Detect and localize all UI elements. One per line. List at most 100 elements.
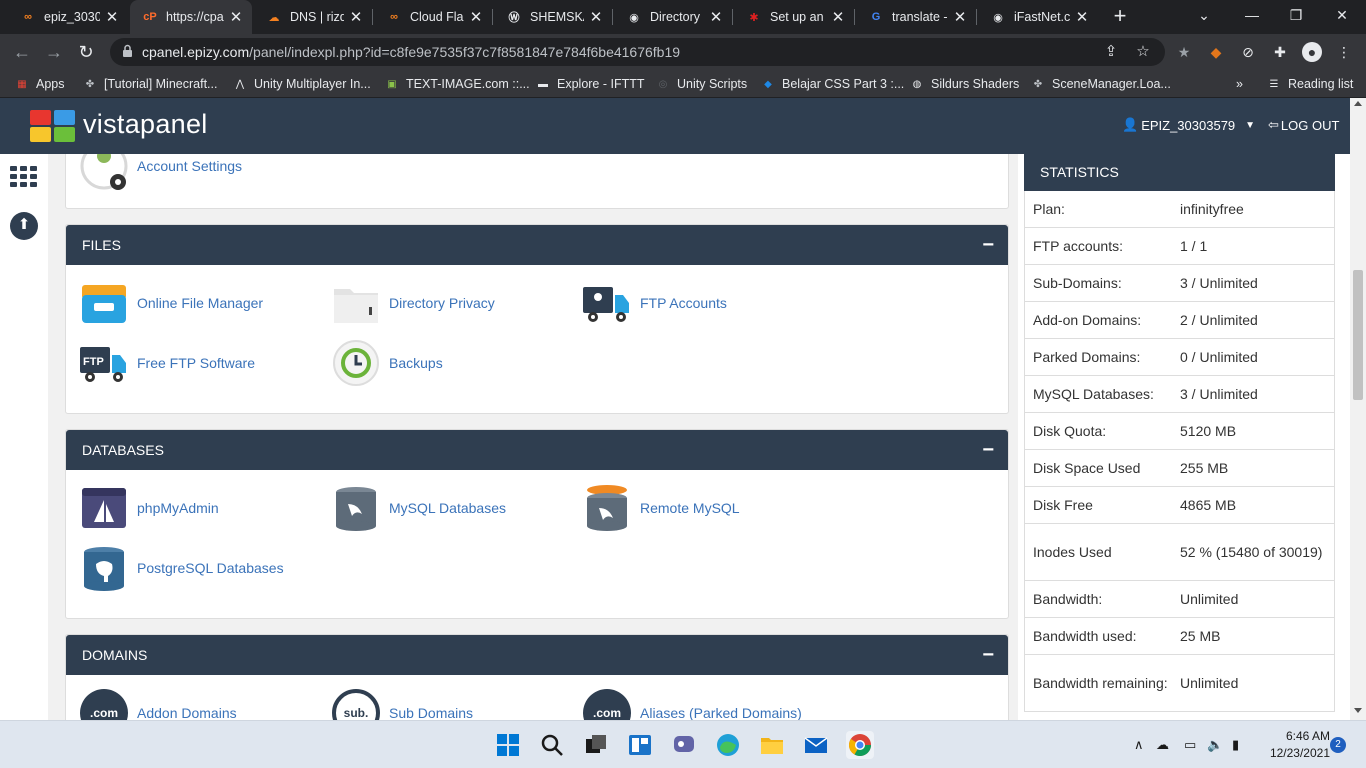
- ftp-accounts-link[interactable]: FTP Accounts: [583, 279, 727, 327]
- tab-close-icon[interactable]: ✕: [228, 8, 244, 26]
- apps-grid-icon[interactable]: [10, 166, 38, 188]
- browser-tab[interactable]: Gtranslate - Google ✕: [856, 0, 976, 34]
- new-tab-button[interactable]: +: [1108, 4, 1132, 28]
- tab-search-icon[interactable]: ⌄: [1182, 0, 1226, 34]
- page-scrollbar[interactable]: [1350, 98, 1366, 720]
- scroll-down-arrow-icon[interactable]: [1354, 708, 1362, 713]
- volume-icon[interactable]: 🔈: [1207, 721, 1223, 768]
- browser-toolbar: ← → ↻ cpanel.epizy.com/panel/indexpl.php…: [0, 34, 1366, 70]
- phpmyadmin-link[interactable]: phpMyAdmin: [80, 484, 219, 532]
- tab-close-icon[interactable]: ✕: [952, 8, 968, 26]
- vistapanel-logo-icon[interactable]: [30, 110, 75, 142]
- tab-close-icon[interactable]: ✕: [830, 8, 846, 26]
- stat-label: Disk Free: [1033, 497, 1093, 513]
- search-icon[interactable]: [538, 731, 566, 759]
- browser-tab[interactable]: ☁ DNS | rizqi ✕: [254, 0, 372, 34]
- directory-privacy-link[interactable]: Directory Privacy: [332, 279, 495, 327]
- tab-close-icon[interactable]: ✕: [468, 8, 484, 26]
- tab-label: SHEMSKA: [530, 10, 584, 24]
- browser-tab[interactable]: cP https://cpanel.epizy.com ✕: [130, 0, 252, 34]
- logout-button[interactable]: ⇦ LOG OUT: [1268, 117, 1339, 133]
- bookmarks-bar: ▦ Apps ✤ [Tutorial] Minecraft... ⋀ Unity Mult…: [0, 70, 1366, 98]
- domains-header[interactable]: DOMAINS −: [66, 635, 1008, 675]
- bookmark-item[interactable]: ◆ Belajar CSS Part 3 :...: [760, 75, 904, 93]
- star-extension-icon[interactable]: ★: [1174, 42, 1194, 62]
- parked-domains-link[interactable]: .com Aliases (Parked Domains): [583, 689, 802, 720]
- maximize-button[interactable]: ❐: [1274, 0, 1318, 34]
- stat-value: Unlimited: [1180, 675, 1239, 691]
- account-settings-link[interactable]: Account Settings: [80, 154, 242, 190]
- unity-docs-icon: ✤: [1033, 78, 1043, 90]
- browser-tab[interactable]: ∞ Cloud Flare ✕: [374, 0, 492, 34]
- tab-close-icon[interactable]: ✕: [588, 8, 604, 26]
- battery-icon[interactable]: ▮: [1232, 721, 1239, 768]
- free-ftp-software-link[interactable]: FTP Free FTP Software: [80, 339, 255, 387]
- system-clock[interactable]: 6:46 AM 12/23/2021: [1258, 728, 1330, 762]
- file-explorer-icon[interactable]: [758, 731, 786, 759]
- sub-domains-link[interactable]: sub. Sub Domains: [332, 689, 473, 720]
- databases-header[interactable]: DATABASES −: [66, 430, 1008, 470]
- bookmark-item[interactable]: ◍ Sildurs Shaders: [909, 75, 1020, 93]
- browser-tab[interactable]: ◉ Directory Listing ✕: [614, 0, 732, 34]
- profile-avatar-icon[interactable]: ●: [1302, 42, 1322, 62]
- notification-badge[interactable]: 2: [1330, 737, 1346, 753]
- browser-tab[interactable]: ✱ Set up an SSL ✕: [734, 0, 854, 34]
- mysql-databases-link[interactable]: MySQL Databases: [332, 484, 506, 532]
- files-header[interactable]: FILES −: [66, 225, 1008, 265]
- browser-tab[interactable]: Ⓦ SHEMSKA ✕: [494, 0, 612, 34]
- menu-kebab-icon[interactable]: ⋮: [1334, 42, 1354, 62]
- widgets-icon[interactable]: [626, 731, 654, 759]
- addon-domains-link[interactable]: .com Addon Domains: [80, 689, 237, 720]
- tab-close-icon[interactable]: ✕: [708, 8, 724, 26]
- bookmark-item[interactable]: ▣ TEXT-IMAGE.com ::...: [384, 75, 529, 93]
- show-hidden-icons-chevron-icon[interactable]: ∧: [1134, 721, 1144, 768]
- globe-icon: ◉: [629, 11, 639, 24]
- reading-list-button[interactable]: ☰ Reading list: [1266, 75, 1354, 93]
- backups-link[interactable]: Backups: [332, 339, 443, 387]
- collapse-domains-button[interactable]: −: [982, 635, 994, 675]
- tab-close-icon[interactable]: ✕: [104, 8, 120, 26]
- scroll-up-arrow-icon[interactable]: [1354, 101, 1362, 106]
- bookmark-item[interactable]: ▦ Apps: [14, 75, 64, 93]
- chrome-taskbar-icon[interactable]: [846, 731, 874, 759]
- minimize-button[interactable]: —: [1230, 0, 1274, 34]
- tab-close-icon[interactable]: ✕: [1074, 8, 1090, 26]
- bookmark-item[interactable]: ✤ SceneManager.Loa...: [1030, 75, 1171, 93]
- online-file-manager-link[interactable]: Online File Manager: [80, 279, 263, 327]
- extensions-puzzle-icon[interactable]: ✚: [1270, 42, 1290, 62]
- reload-button[interactable]: ↻: [74, 40, 98, 64]
- more-bookmarks-button[interactable]: »: [1236, 75, 1243, 93]
- upload-icon[interactable]: ⬆: [10, 212, 38, 240]
- stat-row: Parked Domains: 0 / Unlimited: [1025, 339, 1334, 376]
- bookmark-item[interactable]: ⋀ Unity Multiplayer In...: [232, 75, 371, 93]
- address-bar[interactable]: cpanel.epizy.com/panel/indexpl.php?id=c8…: [110, 38, 1165, 66]
- forward-button[interactable]: →: [42, 40, 66, 64]
- windows-start-icon[interactable]: [494, 731, 522, 759]
- user-menu[interactable]: 👤 EPIZ_30303579 ▼: [1122, 117, 1255, 133]
- bug-icon: ✱: [749, 11, 759, 24]
- display-icon[interactable]: ▭: [1184, 721, 1196, 768]
- bookmark-item[interactable]: ◎ Unity Scripts: [655, 75, 748, 93]
- teams-chat-icon[interactable]: [670, 731, 698, 759]
- back-button[interactable]: ←: [10, 40, 34, 64]
- postgresql-databases-link[interactable]: PostgreSQL Databases: [80, 544, 284, 592]
- bookmark-item[interactable]: ▬ Explore - IFTTT: [535, 75, 645, 93]
- bookmark-star-icon[interactable]: ☆: [1134, 43, 1152, 61]
- cloudflare-loop-icon: ∞: [24, 11, 32, 23]
- remote-mysql-link[interactable]: Remote MySQL: [583, 484, 740, 532]
- metamask-icon[interactable]: ◆: [1206, 42, 1226, 62]
- tab-close-icon[interactable]: ✕: [348, 8, 364, 26]
- edge-browser-icon[interactable]: [714, 731, 742, 759]
- task-view-icon[interactable]: [582, 731, 610, 759]
- browser-tab[interactable]: ◉ iFastNet.com ✕: [978, 0, 1098, 34]
- bookmark-item[interactable]: ✤ [Tutorial] Minecraft...: [82, 75, 218, 93]
- browser-tab[interactable]: ∞ epiz_30303579 ✕: [8, 0, 128, 34]
- share-icon[interactable]: ⇪: [1102, 43, 1120, 61]
- onedrive-cloud-icon[interactable]: ☁: [1156, 721, 1169, 768]
- mail-icon[interactable]: [802, 731, 830, 759]
- scrollbar-thumb[interactable]: [1353, 270, 1363, 400]
- close-window-button[interactable]: ✕: [1320, 0, 1364, 34]
- collapse-databases-button[interactable]: −: [982, 430, 994, 470]
- extension-circle-icon[interactable]: ⊘: [1238, 42, 1258, 62]
- collapse-files-button[interactable]: −: [982, 225, 994, 265]
